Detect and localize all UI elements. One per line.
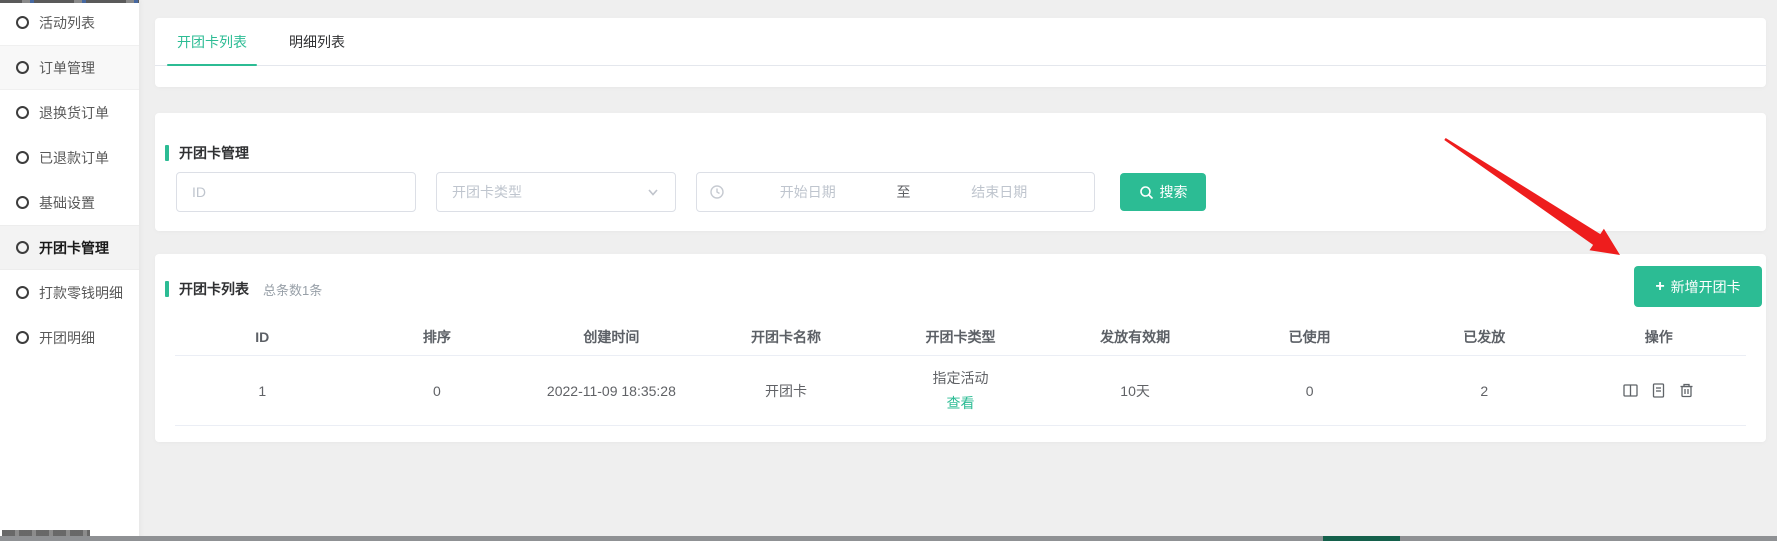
table-header-row: ID 排序 创建时间 开团卡名称 开团卡类型 发放有效期 已使用 已发放 操作 <box>175 318 1746 356</box>
filter-section-title: 开团卡管理 <box>165 143 249 163</box>
tab-groupcard-list[interactable]: 开团卡列表 <box>167 18 257 65</box>
sidebar: 活动列表 订单管理 退换货订单 已退款订单 基础设置 开团卡管理 打款零钱明细 … <box>0 0 140 541</box>
chevron-down-icon <box>646 185 660 199</box>
cell-type: 指定活动 查看 <box>873 368 1048 413</box>
add-groupcard-button[interactable]: + 新增开团卡 <box>1634 266 1762 307</box>
cell-validity: 10天 <box>1048 381 1223 401</box>
list-section-title: 开团卡列表 总条数1条 <box>165 279 322 299</box>
date-separator: 至 <box>891 182 917 202</box>
sidebar-item-basic-settings[interactable]: 基础设置 <box>0 180 139 225</box>
sidebar-item-refunded-orders[interactable]: 已退款订单 <box>0 135 139 180</box>
sidebar-item-label: 开团卡管理 <box>39 238 109 258</box>
col-header-validity: 发放有效期 <box>1048 327 1223 347</box>
circle-icon <box>16 286 29 299</box>
sidebar-item-label: 基础设置 <box>39 193 95 213</box>
cell-used: 0 <box>1222 383 1397 399</box>
filter-card: 开团卡管理 开团卡类型 开始日期 至 结束日期 搜索 <box>155 113 1766 231</box>
date-range-picker[interactable]: 开始日期 至 结束日期 <box>696 172 1095 212</box>
end-date-placeholder: 结束日期 <box>917 182 1083 202</box>
horizontal-scrollbar-thumb[interactable] <box>1323 536 1400 541</box>
circle-icon <box>16 106 29 119</box>
sidebar-item-label: 退换货订单 <box>39 103 109 123</box>
sidebar-item-payout-detail[interactable]: 打款零钱明细 <box>0 270 139 315</box>
cell-type-text: 指定活动 <box>873 368 1048 388</box>
col-header-issued: 已发放 <box>1397 327 1572 347</box>
accent-bar-icon <box>165 145 169 161</box>
trash-icon[interactable] <box>1678 382 1695 399</box>
cell-name: 开团卡 <box>699 381 874 401</box>
list-title: 开团卡列表 <box>179 279 249 299</box>
circle-icon <box>16 61 29 74</box>
sidebar-item-label: 订单管理 <box>39 58 95 78</box>
tabs-card: 开团卡列表 明细列表 <box>155 18 1766 87</box>
col-header-actions: 操作 <box>1572 327 1747 347</box>
col-header-id: ID <box>175 329 350 345</box>
groupcard-table: ID 排序 创建时间 开团卡名称 开团卡类型 发放有效期 已使用 已发放 操作 … <box>175 318 1746 426</box>
cell-actions <box>1572 382 1747 399</box>
id-input[interactable] <box>176 172 416 212</box>
tab-label: 明细列表 <box>289 32 345 52</box>
sidebar-item-label: 打款零钱明细 <box>39 283 123 303</box>
select-placeholder: 开团卡类型 <box>452 182 646 202</box>
col-header-created: 创建时间 <box>524 327 699 347</box>
cell-issued: 2 <box>1397 383 1572 399</box>
search-icon <box>1139 185 1154 200</box>
filter-title: 开团卡管理 <box>179 143 249 163</box>
cell-id: 1 <box>175 383 350 399</box>
tab-bar: 开团卡列表 明细列表 <box>155 18 1766 66</box>
accent-bar-icon <box>165 281 169 297</box>
cell-created: 2022-11-09 18:35:28 <box>524 383 699 399</box>
search-button[interactable]: 搜索 <box>1120 173 1206 211</box>
circle-icon <box>16 16 29 29</box>
table-row: 1 0 2022-11-09 18:35:28 开团卡 指定活动 查看 10天 … <box>175 356 1746 426</box>
view-link[interactable]: 查看 <box>873 393 1048 413</box>
clipped-top-content <box>0 0 139 3</box>
list-card: 开团卡列表 总条数1条 + 新增开团卡 ID 排序 创建时间 开团卡名称 开团卡… <box>155 254 1766 442</box>
circle-icon <box>16 331 29 344</box>
start-date-placeholder: 开始日期 <box>725 182 891 202</box>
col-header-used: 已使用 <box>1222 327 1397 347</box>
document-icon[interactable] <box>1650 382 1667 399</box>
sidebar-item-label: 开团明细 <box>39 328 95 348</box>
sidebar-item-label: 已退款订单 <box>39 148 109 168</box>
cell-sort: 0 <box>350 383 525 399</box>
sidebar-item-order-management[interactable]: 订单管理 <box>0 45 139 90</box>
total-count: 总条数1条 <box>263 280 322 299</box>
col-header-sort: 排序 <box>350 327 525 347</box>
clock-icon <box>709 184 725 200</box>
filter-row: 开团卡类型 开始日期 至 结束日期 搜索 <box>176 172 1206 212</box>
sidebar-item-groupcard-management[interactable]: 开团卡管理 <box>0 225 139 270</box>
card-type-select[interactable]: 开团卡类型 <box>436 172 676 212</box>
card-icon[interactable] <box>1622 382 1639 399</box>
horizontal-scrollbar-track[interactable] <box>0 536 1777 541</box>
sidebar-item-return-orders[interactable]: 退换货订单 <box>0 90 139 135</box>
plus-icon: + <box>1655 279 1664 295</box>
col-header-type: 开团卡类型 <box>873 327 1048 347</box>
col-header-name: 开团卡名称 <box>699 327 874 347</box>
sidebar-item-activity-list[interactable]: 活动列表 <box>0 0 139 45</box>
circle-icon <box>16 241 29 254</box>
search-button-label: 搜索 <box>1160 182 1188 202</box>
sidebar-item-group-detail[interactable]: 开团明细 <box>0 315 139 360</box>
add-button-label: 新增开团卡 <box>1671 277 1741 297</box>
sidebar-item-label: 活动列表 <box>39 13 95 33</box>
tab-label: 开团卡列表 <box>177 32 247 52</box>
circle-icon <box>16 151 29 164</box>
circle-icon <box>16 196 29 209</box>
tab-detail-list[interactable]: 明细列表 <box>279 18 355 65</box>
